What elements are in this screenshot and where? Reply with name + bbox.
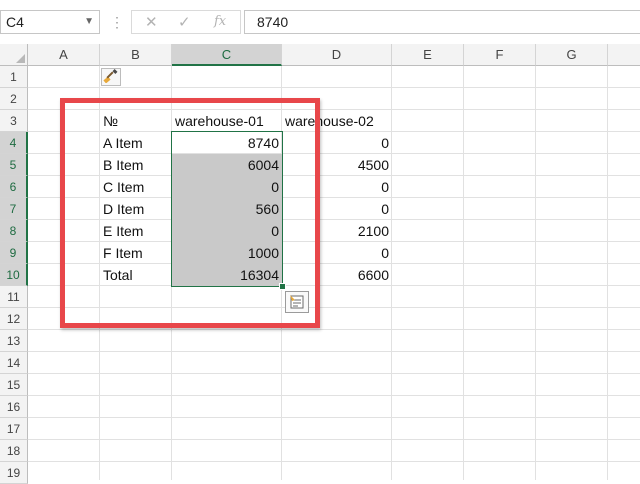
insert-function-icon[interactable]: fx xyxy=(214,14,226,29)
formula-buttons: ✕ ✓ fx xyxy=(131,10,241,34)
row-header-5[interactable]: 5 xyxy=(0,154,28,176)
row-header-6[interactable]: 6 xyxy=(0,176,28,198)
column-header-d[interactable]: D xyxy=(282,44,392,66)
row-header-14[interactable]: 14 xyxy=(0,352,28,374)
column-header-b[interactable]: B xyxy=(100,44,172,66)
name-box-value: C4 xyxy=(6,14,24,30)
row-header-16[interactable]: 16 xyxy=(0,396,28,418)
gridline xyxy=(28,461,640,462)
row-header-8[interactable]: 8 xyxy=(0,220,28,242)
row-header-1[interactable]: 1 xyxy=(0,66,28,88)
row-header-19[interactable]: 19 xyxy=(0,462,28,484)
row-header-12[interactable]: 12 xyxy=(0,308,28,330)
row-header-13[interactable]: 13 xyxy=(0,330,28,352)
select-all-button[interactable] xyxy=(0,44,28,66)
more-options-icon[interactable]: ⋮ xyxy=(110,12,124,32)
cancel-icon[interactable]: ✕ xyxy=(145,13,158,31)
enter-icon[interactable]: ✓ xyxy=(178,13,191,31)
column-header-a[interactable]: A xyxy=(28,44,100,66)
gridline xyxy=(28,373,640,374)
paintbrush-icon[interactable] xyxy=(101,68,121,86)
row-header-4[interactable]: 4 xyxy=(0,132,28,154)
formula-input[interactable]: 8740 xyxy=(244,10,640,34)
gridline xyxy=(28,395,640,396)
row-header-18[interactable]: 18 xyxy=(0,440,28,462)
row-header-3[interactable]: 3 xyxy=(0,110,28,132)
row-header-10[interactable]: 10 xyxy=(0,264,28,286)
column-header-e[interactable]: E xyxy=(392,44,464,66)
gridline xyxy=(28,329,640,330)
formula-bar: C4 ▼ ⋮ ✕ ✓ fx 8740 xyxy=(0,0,640,44)
highlight-annotation xyxy=(60,98,320,328)
gridline xyxy=(28,351,640,352)
gridline xyxy=(28,439,640,440)
spreadsheet-grid[interactable]: A B C D E F G 1 2 3 4 5 6 7 8 9 10 11 12… xyxy=(0,44,640,484)
gridline xyxy=(28,87,640,88)
row-header-17[interactable]: 17 xyxy=(0,418,28,440)
column-header-c[interactable]: C xyxy=(172,44,282,66)
gridline xyxy=(28,417,640,418)
column-header-f[interactable]: F xyxy=(464,44,536,66)
row-header-9[interactable]: 9 xyxy=(0,242,28,264)
formula-value: 8740 xyxy=(257,14,289,30)
chevron-down-icon[interactable]: ▼ xyxy=(84,16,94,27)
column-header-h[interactable] xyxy=(608,44,640,66)
row-header-11[interactable]: 11 xyxy=(0,286,28,308)
row-header-15[interactable]: 15 xyxy=(0,374,28,396)
row-header-2[interactable]: 2 xyxy=(0,88,28,110)
name-box[interactable]: C4 ▼ xyxy=(0,10,100,34)
column-header-g[interactable]: G xyxy=(536,44,608,66)
row-header-7[interactable]: 7 xyxy=(0,198,28,220)
